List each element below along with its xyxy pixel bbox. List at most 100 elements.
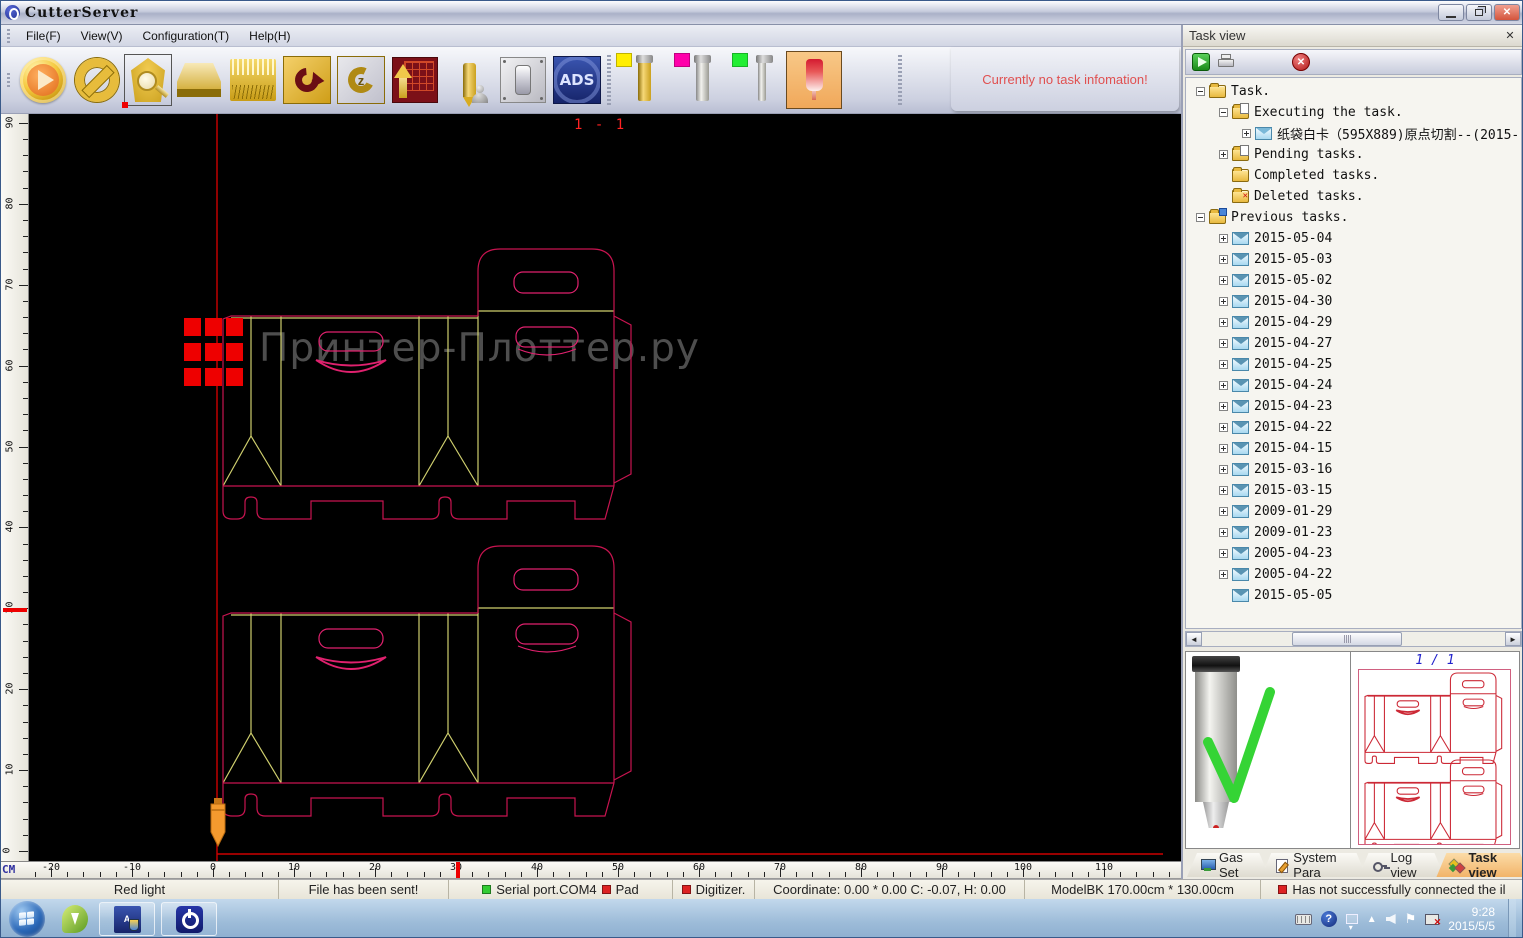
plot-canvas[interactable]: Принтер-Плоттер.ру	[29, 114, 1181, 861]
expander-plus-icon[interactable]	[1219, 297, 1228, 306]
tree-item[interactable]: 纸袋白卡（595X889)原点切割--(2015-	[1186, 123, 1521, 144]
expander-plus-icon[interactable]	[1219, 360, 1228, 369]
tree-item[interactable]: 2015-04-25	[1186, 354, 1521, 375]
tree-item[interactable]: Completed tasks.	[1186, 165, 1521, 186]
tab-gas-set[interactable]: Gas Set	[1187, 853, 1269, 877]
pen-tool-slot[interactable]	[614, 51, 670, 109]
tree-item[interactable]: 2015-04-27	[1186, 333, 1521, 354]
expander-plus-icon[interactable]	[1219, 318, 1228, 327]
play-icon[interactable]	[16, 51, 70, 109]
expander-plus-icon[interactable]	[1219, 150, 1228, 159]
network-disconnected-icon[interactable]	[1425, 914, 1439, 925]
tree-item-label: Previous tasks.	[1231, 210, 1348, 225]
menu-configuration[interactable]: Configuration(T)	[132, 27, 239, 45]
expander-minus-icon[interactable]	[1196, 213, 1205, 222]
tree-item[interactable]: 2005-04-23	[1186, 543, 1521, 564]
help-tray-icon[interactable]: ?	[1321, 911, 1337, 927]
comb-icon[interactable]	[226, 51, 280, 109]
panel-close-icon[interactable]: ✕	[1502, 28, 1518, 43]
tree-item[interactable]: 2015-04-30	[1186, 291, 1521, 312]
tree-item[interactable]: 2015-03-15	[1186, 480, 1521, 501]
menu-help[interactable]: Help(H)	[239, 27, 300, 45]
print-icon[interactable]	[1217, 53, 1235, 71]
taskbar-cutterserver-button[interactable]	[161, 902, 217, 936]
pen-operator-icon[interactable]	[442, 51, 496, 109]
tree-item[interactable]: Previous tasks.	[1186, 207, 1521, 228]
switch-icon[interactable]	[496, 51, 550, 109]
volume-tray-icon[interactable]	[1386, 914, 1396, 924]
taskbar-clock[interactable]: 9:28 2015/5/5	[1448, 905, 1499, 933]
tree-item[interactable]: 2015-05-02	[1186, 270, 1521, 291]
tree-item[interactable]: 2015-05-04	[1186, 228, 1521, 249]
expander-plus-icon[interactable]	[1219, 339, 1228, 348]
expander-plus-icon[interactable]	[1219, 381, 1228, 390]
platform-icon[interactable]	[172, 51, 226, 109]
expander-plus-icon[interactable]	[1219, 402, 1228, 411]
expander-minus-icon[interactable]	[1196, 87, 1205, 96]
window-tray-icon[interactable]	[1346, 914, 1358, 924]
rotate-tool-icon[interactable]	[280, 51, 334, 109]
tab-log-view[interactable]: Log view	[1359, 853, 1445, 877]
expander-plus-icon[interactable]	[1219, 465, 1228, 474]
scroll-left-icon[interactable]: ◄	[1186, 632, 1202, 646]
scroll-right-icon[interactable]: ►	[1505, 632, 1521, 646]
grid-move-icon[interactable]	[388, 51, 442, 109]
expander-plus-icon[interactable]	[1219, 423, 1228, 432]
tree-scrollbar[interactable]: ◄ ►	[1185, 631, 1522, 647]
tree-item[interactable]: Task.	[1186, 81, 1521, 102]
cylinder-tool-slot[interactable]	[672, 51, 728, 109]
tree-item[interactable]: 2015-04-23	[1186, 396, 1521, 417]
tree-item[interactable]: 2015-05-03	[1186, 249, 1521, 270]
active-tool-button[interactable]	[786, 51, 842, 109]
run-icon[interactable]	[1192, 53, 1210, 71]
expander-plus-icon[interactable]	[1219, 507, 1228, 516]
tree-item[interactable]: 2009-01-29	[1186, 501, 1521, 522]
taskbar-ads-button[interactable]: A	[99, 902, 155, 936]
prohibit-icon[interactable]	[70, 51, 124, 109]
expander-plus-icon[interactable]	[1219, 528, 1228, 537]
tree-item[interactable]: 2009-01-23	[1186, 522, 1521, 543]
show-desktop-button[interactable]	[1508, 899, 1516, 938]
move-up-icon[interactable]	[1242, 53, 1260, 71]
tree-item[interactable]: Pending tasks.	[1186, 144, 1521, 165]
tree-item[interactable]: 2015-05-05	[1186, 585, 1521, 606]
tree-item[interactable]: 2015-04-15	[1186, 438, 1521, 459]
tree-item[interactable]: 2005-04-22	[1186, 564, 1521, 585]
menu-view[interactable]: View(V)	[71, 27, 133, 45]
restore-button[interactable]	[1466, 4, 1492, 21]
status-segment: File has been sent!	[279, 880, 449, 899]
expander-plus-icon[interactable]	[1219, 486, 1228, 495]
tree-item[interactable]: 2015-04-24	[1186, 375, 1521, 396]
close-button[interactable]: ✕	[1494, 4, 1520, 21]
taskbar-coreldraw-button[interactable]	[55, 901, 95, 937]
expander-plus-icon[interactable]	[1219, 276, 1228, 285]
tree-item[interactable]: Deleted tasks.	[1186, 186, 1521, 207]
tree-item[interactable]: 2015-04-22	[1186, 417, 1521, 438]
expander-minus-icon[interactable]	[1219, 108, 1228, 117]
action-center-flag-icon[interactable]: ⚑	[1405, 911, 1417, 927]
ads-icon[interactable]: ADS	[550, 51, 604, 109]
tree-item[interactable]: Executing the task.	[1186, 102, 1521, 123]
expander-plus-icon[interactable]	[1219, 444, 1228, 453]
expander-plus-icon[interactable]	[1242, 129, 1251, 138]
tab-task-view[interactable]: Task view	[1436, 853, 1523, 877]
menu-file[interactable]: File(F)	[16, 27, 71, 45]
tab-system-para[interactable]: System Para	[1261, 853, 1366, 877]
tree-item-label: Deleted tasks.	[1254, 189, 1364, 204]
thin-tool-slot[interactable]	[730, 51, 786, 109]
move-down-icon[interactable]	[1267, 53, 1285, 71]
rotate-z-icon[interactable]: z	[334, 51, 388, 109]
start-button[interactable]	[9, 901, 45, 937]
cancel-icon[interactable]: ✕	[1292, 53, 1310, 71]
expander-plus-icon[interactable]	[1219, 255, 1228, 264]
tree-item[interactable]: 2015-03-16	[1186, 459, 1521, 480]
expander-plus-icon[interactable]	[1219, 234, 1228, 243]
scroll-thumb[interactable]	[1292, 632, 1402, 646]
keyboard-tray-icon[interactable]	[1295, 914, 1312, 925]
expander-plus-icon[interactable]	[1219, 549, 1228, 558]
minimize-button[interactable]	[1438, 4, 1464, 21]
tree-item[interactable]: 2015-04-29	[1186, 312, 1521, 333]
zoom-icon[interactable]	[124, 54, 172, 106]
show-hidden-icons-chevron[interactable]: ▲	[1367, 914, 1377, 925]
expander-plus-icon[interactable]	[1219, 570, 1228, 579]
